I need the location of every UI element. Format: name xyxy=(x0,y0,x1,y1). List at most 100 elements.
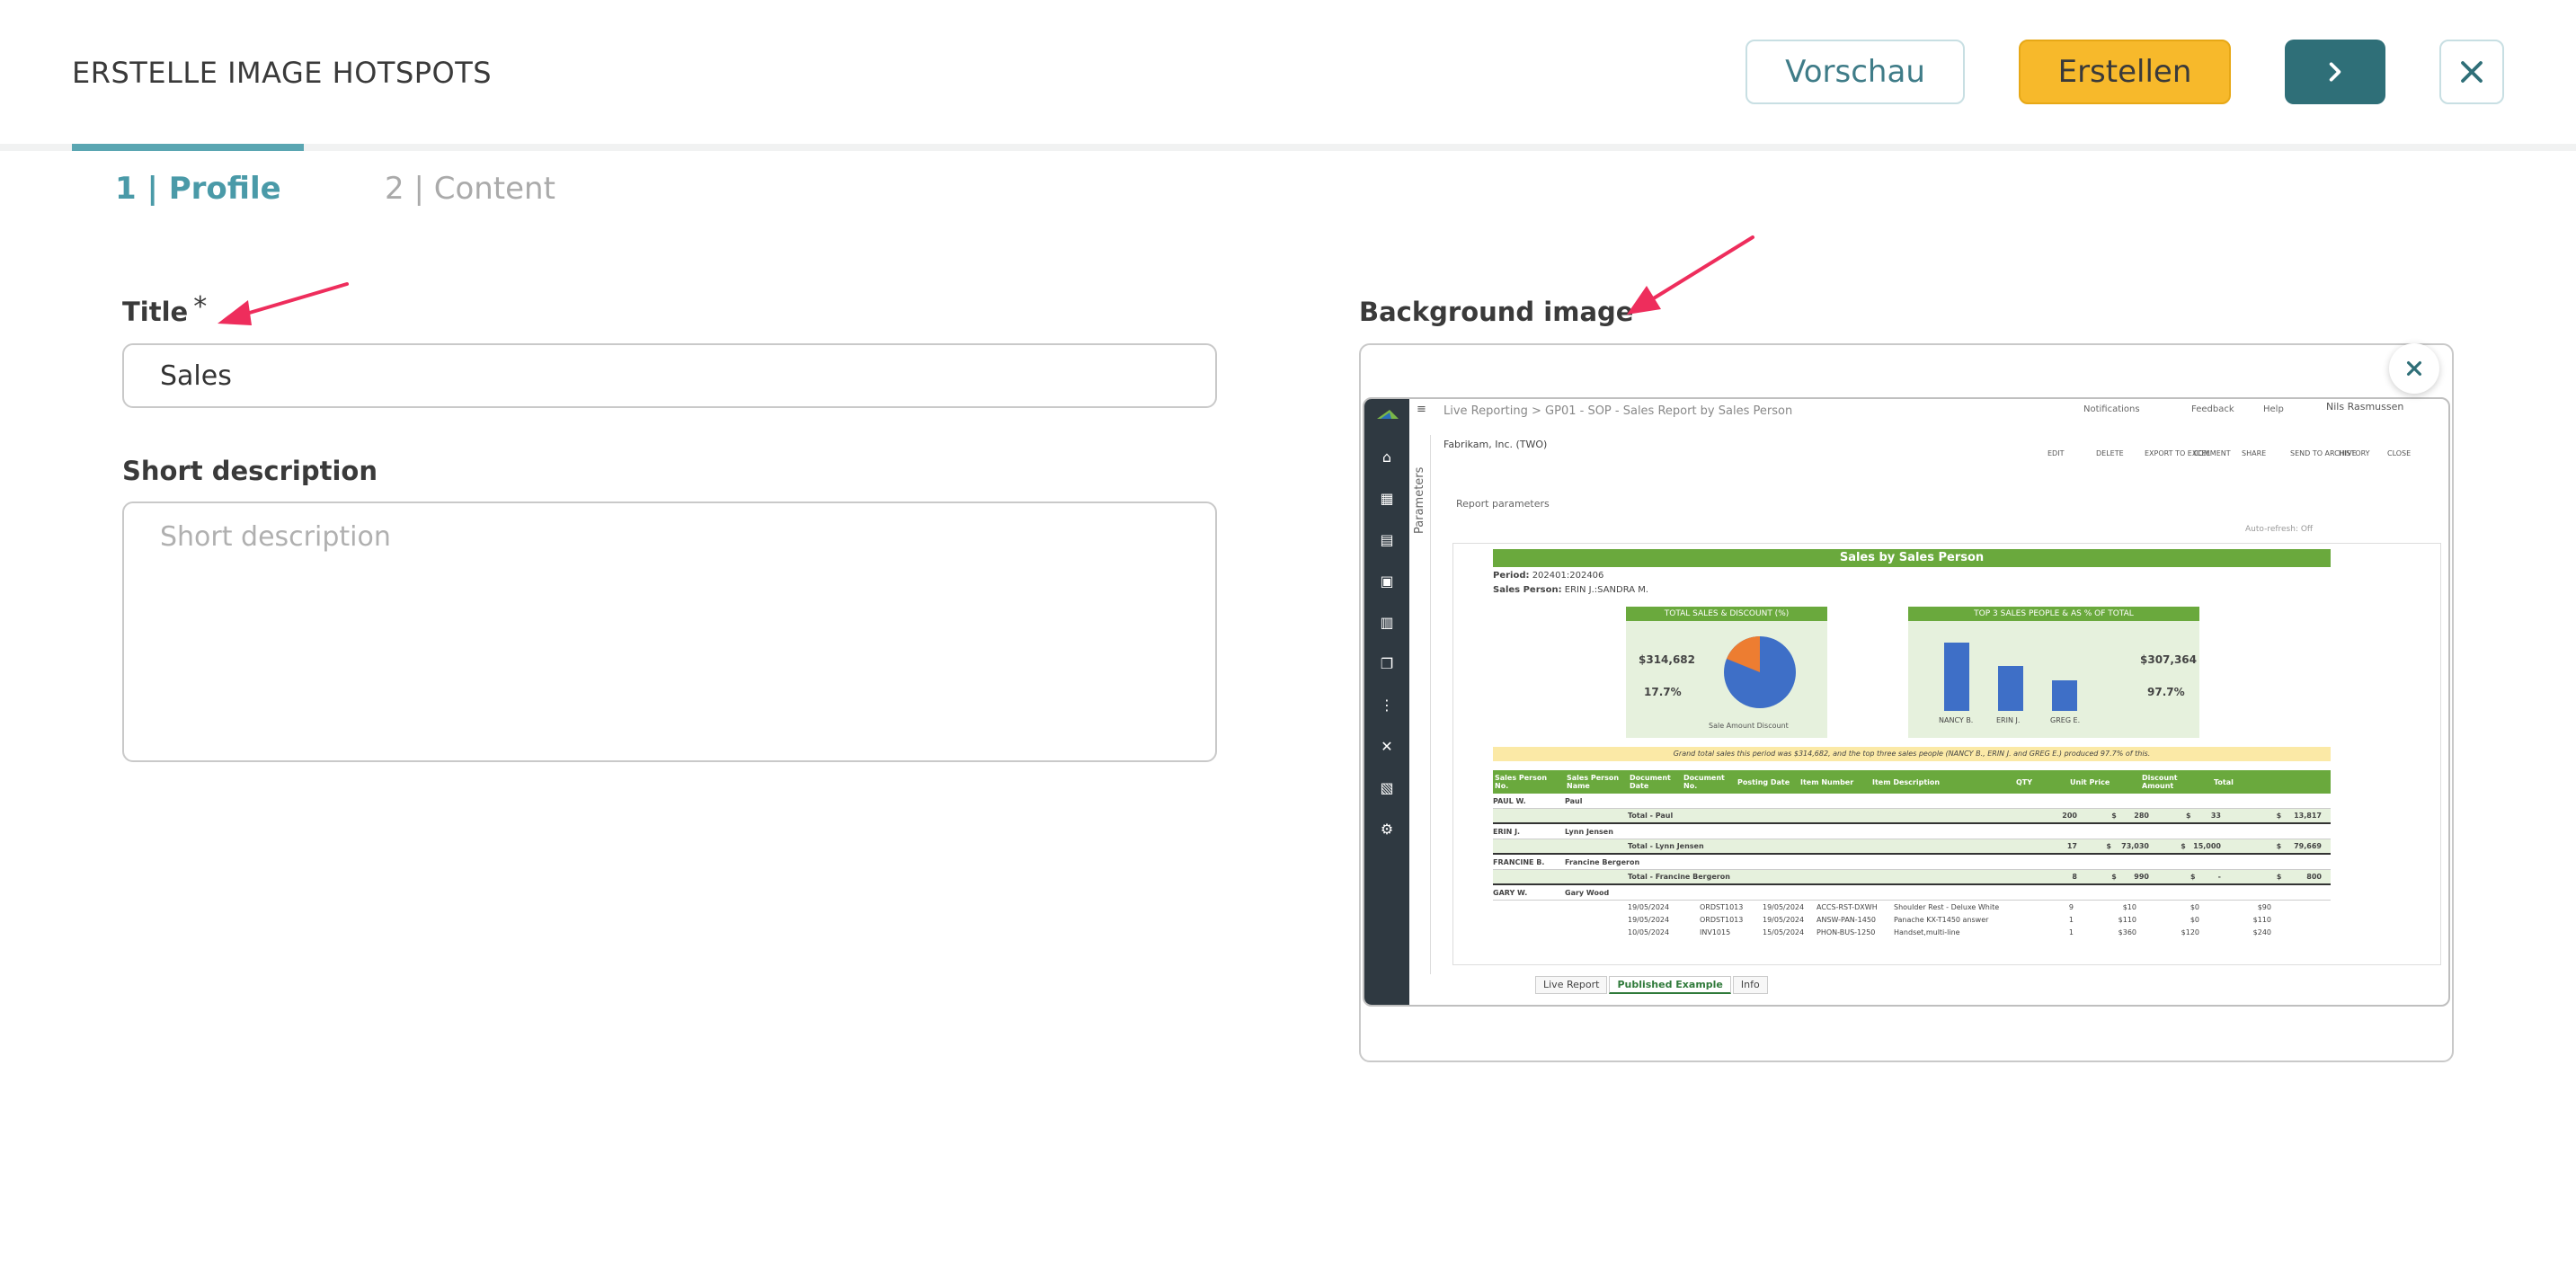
next-button[interactable] xyxy=(2285,40,2385,104)
toolbar-item[interactable]: HISTORY xyxy=(2339,449,2370,457)
table-row: Total - Paul 200 $ 280 $ 33 $ 13,817 xyxy=(1493,809,2331,824)
background-image-preview: ⌂ ▦ ▤ ▣ ▥ ❐ ⋮ ✕ ▧ ⚙ ≡ Live Reporting > G… xyxy=(1363,397,2450,1007)
sheet-tab[interactable]: Info xyxy=(1732,976,1768,994)
annotation-arrow-bg-image xyxy=(1627,235,1754,315)
preview-sidebar: ⌂ ▦ ▤ ▣ ▥ ❐ ⋮ ✕ ▧ ⚙ xyxy=(1364,399,1409,1005)
total-cell: $ 800 xyxy=(2276,873,2322,881)
total-cell: $ 33 xyxy=(2186,812,2221,820)
sheet-tab[interactable]: Published Example xyxy=(1609,976,1731,994)
title-input[interactable] xyxy=(122,343,1217,408)
detail-cell: $0 xyxy=(2190,902,2199,911)
create-button[interactable]: Erstellen xyxy=(2019,40,2231,104)
database-icon: ▧ xyxy=(1380,779,1394,796)
title-label-text: Title xyxy=(122,297,189,327)
detail-cell: $360 xyxy=(2118,927,2136,936)
table-row: Total - Francine Bergeron 8 $ 990 $ - $ 800 xyxy=(1493,870,2331,885)
detail-cell: 1 xyxy=(2068,927,2074,936)
close-icon xyxy=(2406,360,2422,377)
column-header: Sales Person No. xyxy=(1495,774,1548,790)
detail-cell: $0 xyxy=(2190,915,2199,924)
report-icon: ▣ xyxy=(1380,572,1394,590)
salesperson-label: Sales Person: xyxy=(1493,585,1562,595)
detail-row: 19/05/2024 ORDST1013 19/05/2024 ANSW-PAN-14… xyxy=(1493,913,2331,926)
period-value: 202401:202406 xyxy=(1532,571,1604,581)
parameters-label: Parameters xyxy=(1413,466,1426,534)
toolbar-item[interactable]: SHARE xyxy=(2242,449,2266,457)
total-cell: 8 xyxy=(2072,873,2077,881)
column-header: Sales Person Name xyxy=(1567,774,1620,790)
gear-icon: ⚙ xyxy=(1380,821,1394,838)
detail-cell: Panache KX-T1450 answer xyxy=(1894,915,1989,924)
total-cell: $ 990 xyxy=(2111,873,2149,881)
bar-erin xyxy=(1998,666,2023,711)
column-header: Unit Price xyxy=(2070,777,2110,786)
table-row: ERIN J. Lynn Jensen xyxy=(1493,824,2331,839)
chart1-value: $314,682 xyxy=(1639,653,1696,666)
table-header: Sales Person No. Sales Person Name Documen… xyxy=(1493,770,2331,794)
short-description-field[interactable] xyxy=(122,501,1217,762)
detail-cell: $110 xyxy=(2118,915,2136,924)
table-row: PAUL W. Paul xyxy=(1493,794,2331,809)
preview-toolbar: EDIT DELETE EXPORT TO EXCEL COMMENT SHARE SEN… xyxy=(2047,435,2443,462)
logo-icon xyxy=(1377,410,1399,419)
detail-cell: 1 xyxy=(2068,915,2074,924)
preview-help: Help xyxy=(2263,404,2284,414)
clipboard-icon: ▤ xyxy=(1380,531,1394,548)
bar-nancy xyxy=(1944,643,1969,711)
preview-breadcrumb: Live Reporting > GP01 - SOP - Sales Repo… xyxy=(1443,404,1793,418)
preview-feedback: Feedback xyxy=(2191,404,2234,414)
toolbar-item[interactable]: CLOSE xyxy=(2387,449,2411,457)
table-row: GARY W. Gary Wood xyxy=(1493,885,2331,901)
chart1-pct: 17.7% xyxy=(1644,686,1682,698)
tools-icon: ✕ xyxy=(1381,738,1393,755)
chart2-pct: 97.7% xyxy=(2147,686,2185,698)
close-icon xyxy=(2461,61,2483,83)
autorefresh-label: Auto-refresh: Off xyxy=(2245,525,2314,534)
close-button[interactable] xyxy=(2439,40,2504,104)
detail-cell: INV1015 xyxy=(1700,927,1731,936)
home-icon: ⌂ xyxy=(1381,448,1392,466)
toolbar-item[interactable]: EDIT xyxy=(2047,449,2064,457)
toolbar-item[interactable]: COMMENT xyxy=(2193,449,2231,457)
salesperson-value: ERIN J.:SANDRA M. xyxy=(1564,585,1649,595)
detail-cell: $90 xyxy=(2257,902,2271,911)
tab-profile[interactable]: 1 | Profile xyxy=(115,171,281,207)
total-label: Total - Lynn Jensen xyxy=(1628,842,1704,850)
total-cell: $ 79,669 xyxy=(2276,842,2322,850)
detail-row: 19/05/2024 ORDST1013 19/05/2024 ACCS-RST-DX… xyxy=(1493,901,2331,913)
annotation-arrow-title xyxy=(218,282,349,325)
total-cell: $ 15,000 xyxy=(2181,842,2221,850)
total-cell: $ 13,817 xyxy=(2276,812,2322,820)
group-code: FRANCINE B. xyxy=(1493,857,1545,866)
sheet-tabs: Live Report Published Example Info xyxy=(1535,976,1770,994)
detail-cell: ANSW-PAN-1450 xyxy=(1817,915,1877,924)
preview-button[interactable]: Vorschau xyxy=(1745,40,1965,104)
detail-cell: 19/05/2024 xyxy=(1628,915,1670,924)
column-header: Item Description xyxy=(1872,777,1941,786)
report-table: Sales Person No. Sales Person Name Documen… xyxy=(1493,770,2331,938)
detail-cell: PHON-BUS-1250 xyxy=(1817,927,1876,936)
bar-label: GREG E. xyxy=(2050,716,2081,724)
report-title: Sales by Sales Person xyxy=(1493,549,2331,567)
total-cell: 200 xyxy=(2062,812,2077,820)
group-name: Francine Bergeron xyxy=(1565,857,1640,866)
detail-cell: 15/05/2024 xyxy=(1763,927,1805,936)
chart1-legend: Sale Amount Discount xyxy=(1709,722,1789,730)
group-name: Lynn Jensen xyxy=(1565,827,1613,836)
bar-label: ERIN J. xyxy=(1996,716,2021,724)
tab-content[interactable]: 2 | Content xyxy=(385,171,555,207)
preview-notifications: Notifications xyxy=(2083,404,2140,414)
sheet-tab[interactable]: Live Report xyxy=(1535,976,1608,994)
column-header: Document No. xyxy=(1683,774,1725,790)
detail-cell: ORDST1013 xyxy=(1700,915,1744,924)
period-label: Period: xyxy=(1493,571,1530,581)
table-row: FRANCINE B. Francine Bergeron xyxy=(1493,855,2331,870)
group-code: ERIN J. xyxy=(1493,827,1521,836)
menu-icon: ≡ xyxy=(1417,403,1426,416)
chart2-title: TOP 3 SALES PEOPLE & AS % OF TOTAL xyxy=(1908,607,2199,621)
detail-cell: $110 xyxy=(2252,915,2271,924)
remove-image-button[interactable] xyxy=(2389,343,2439,394)
flow-icon: ⋮ xyxy=(1380,697,1394,714)
toolbar-item[interactable]: DELETE xyxy=(2096,449,2124,457)
group-code: GARY W. xyxy=(1493,888,1528,897)
